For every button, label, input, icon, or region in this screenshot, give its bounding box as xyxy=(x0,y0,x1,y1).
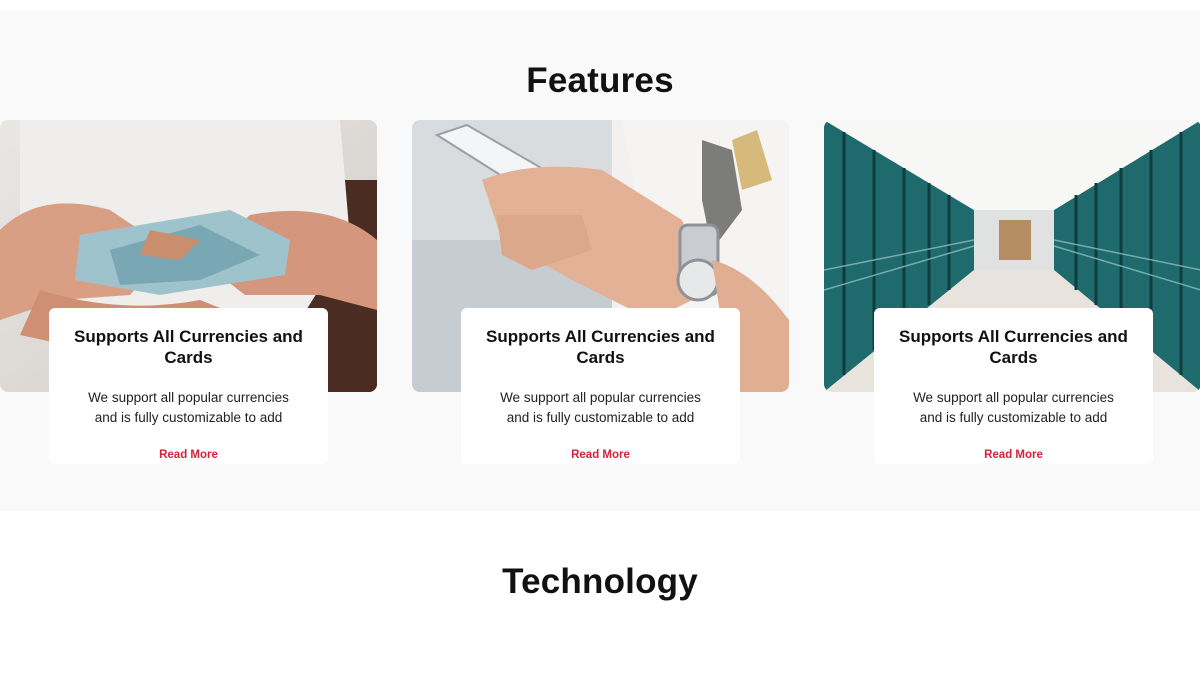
features-heading: Features xyxy=(526,61,674,100)
feature-card-2: Supports All Currencies and Cards We sup… xyxy=(461,308,740,464)
card-description: We support all popular currencies and is… xyxy=(500,390,701,425)
feature-card-3: Supports All Currencies and Cards We sup… xyxy=(874,308,1153,464)
read-more-link[interactable]: Read More xyxy=(49,449,328,461)
card-title: Supports All Currencies and Cards xyxy=(486,327,715,367)
card-description: We support all popular currencies and is… xyxy=(913,390,1114,425)
features-section: Features Supports All Currencies and Car… xyxy=(0,11,1200,511)
read-more-link[interactable]: Read More xyxy=(461,449,740,461)
feature-card-1: Supports All Currencies and Cards We sup… xyxy=(49,308,328,464)
card-title: Supports All Currencies and Cards xyxy=(74,327,303,367)
card-title: Supports All Currencies and Cards xyxy=(899,327,1128,367)
card-description: We support all popular currencies and is… xyxy=(88,390,289,425)
read-more-link[interactable]: Read More xyxy=(874,449,1153,461)
technology-heading: Technology xyxy=(502,562,698,601)
